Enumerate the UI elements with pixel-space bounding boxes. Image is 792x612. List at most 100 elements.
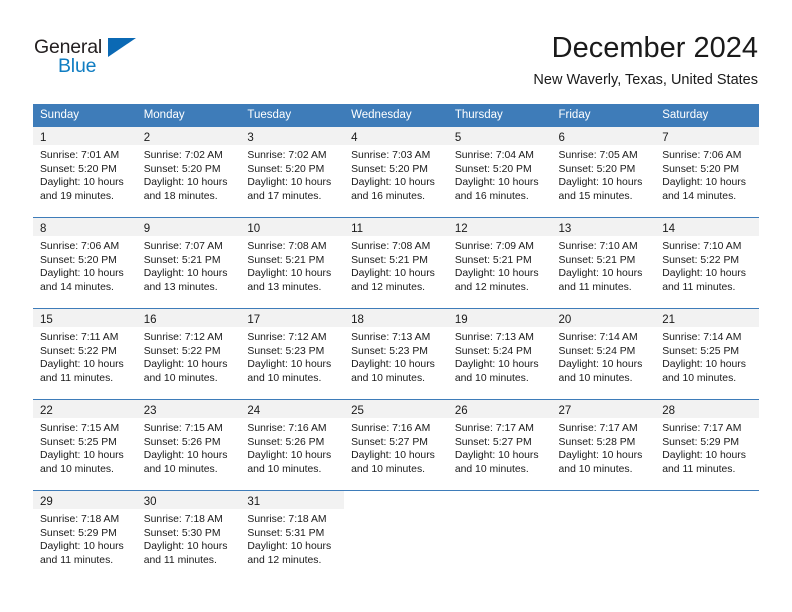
calendar-day-cell[interactable]: 26 Sunrise: 7:17 AM Sunset: 5:27 PM Dayligh… [447, 399, 552, 491]
day-number-band [448, 491, 552, 509]
day-number: 1 [40, 132, 47, 144]
calendar-day-cell[interactable]: 25 Sunrise: 7:16 AM Sunset: 5:27 PM Dayligh… [344, 399, 448, 491]
sunset-text: Sunset: 5:20 PM [40, 163, 117, 175]
day-number-band: 7 [655, 127, 759, 145]
sunrise-text: Sunrise: 7:06 AM [662, 150, 742, 161]
calendar-body: 1 Sunrise: 7:01 AM Sunset: 5:20 PM Daylight… [33, 126, 759, 581]
daylight-text-line2: and 14 minutes. [662, 190, 737, 202]
sunset-text: Sunset: 5:24 PM [454, 345, 532, 357]
calendar-day-cell[interactable]: 8 Sunrise: 7:06 AM Sunset: 5:20 PM Daylight… [33, 217, 137, 309]
calendar-day-cell[interactable]: 12 Sunrise: 7:09 AM Sunset: 5:21 PM Dayligh… [447, 217, 552, 309]
day-cell-body: Sunrise: 7:14 AM Sunset: 5:25 PM Daylight:… [655, 327, 759, 385]
calendar-day-cell[interactable]: 10 Sunrise: 7:08 AM Sunset: 5:21 PM Dayligh… [240, 217, 345, 309]
sunset-text: Sunset: 5:23 PM [351, 345, 428, 357]
calendar-day-cell[interactable]: 31 Sunrise: 7:18 AM Sunset: 5:31 PM Dayligh… [240, 490, 345, 581]
day-number-band: 12 [447, 218, 552, 236]
day-cell-inner: 2 Sunrise: 7:02 AM Sunset: 5:20 PM Daylight… [136, 127, 241, 217]
day-number-band: 21 [655, 309, 759, 327]
sunrise-text: Sunrise: 7:10 AM [662, 241, 742, 252]
day-number: 15 [40, 314, 53, 326]
daylight-text-line2: and 15 minutes. [558, 190, 633, 202]
daylight-text-line1: Daylight: 10 hours [351, 268, 435, 280]
calendar-week-row: 29 Sunrise: 7:18 AM Sunset: 5:29 PM Dayligh… [33, 490, 759, 581]
daylight-text-line2: and 10 minutes. [247, 463, 322, 475]
day-number-band: 3 [240, 127, 345, 145]
sunrise-text: Sunrise: 7:17 AM [454, 423, 534, 434]
day-cell-inner: 21 Sunrise: 7:14 AM Sunset: 5:25 PM Dayligh… [655, 309, 759, 399]
day-number-band: 20 [551, 309, 656, 327]
calendar-day-cell[interactable]: 3 Sunrise: 7:02 AM Sunset: 5:20 PM Daylight… [240, 126, 345, 218]
daylight-text-line1: Daylight: 10 hours [247, 359, 332, 371]
calendar-day-cell[interactable]: 9 Sunrise: 7:07 AM Sunset: 5:21 PM Daylight… [136, 217, 241, 309]
day-number-band: 4 [344, 127, 448, 145]
day-cell-body: Sunrise: 7:12 AM Sunset: 5:22 PM Daylight:… [137, 327, 241, 385]
day-cell-body: Sunrise: 7:17 AM Sunset: 5:27 PM Daylight:… [448, 418, 552, 476]
sunrise-text: Sunrise: 7:13 AM [454, 332, 534, 343]
daylight-text-line2: and 10 minutes. [351, 463, 426, 475]
calendar-day-cell[interactable]: 17 Sunrise: 7:12 AM Sunset: 5:23 PM Dayligh… [240, 308, 345, 400]
calendar-day-cell[interactable]: 14 Sunrise: 7:10 AM Sunset: 5:22 PM Dayligh… [655, 217, 759, 309]
calendar-day-cell[interactable]: 5 Sunrise: 7:04 AM Sunset: 5:20 PM Daylight… [447, 126, 552, 218]
daylight-text-line2: and 10 minutes. [143, 372, 218, 384]
daylight-text-line2: and 11 minutes. [143, 554, 217, 566]
calendar-day-cell[interactable]: 21 Sunrise: 7:14 AM Sunset: 5:25 PM Dayligh… [655, 308, 759, 400]
sunrise-text: Sunrise: 7:07 AM [143, 241, 223, 252]
daylight-text-line2: and 11 minutes. [662, 281, 736, 293]
day-number: 4 [351, 132, 358, 144]
daylight-text-line1: Daylight: 10 hours [454, 177, 539, 189]
calendar-day-cell[interactable]: 16 Sunrise: 7:12 AM Sunset: 5:22 PM Dayligh… [136, 308, 241, 400]
calendar-day-cell[interactable]: 19 Sunrise: 7:13 AM Sunset: 5:24 PM Dayligh… [447, 308, 552, 400]
day-number: 18 [351, 314, 364, 326]
calendar-day-cell[interactable]: 13 Sunrise: 7:10 AM Sunset: 5:21 PM Dayligh… [551, 217, 656, 309]
daylight-text-line2: and 10 minutes. [454, 372, 529, 384]
calendar-day-cell[interactable]: 2 Sunrise: 7:02 AM Sunset: 5:20 PM Daylight… [136, 126, 241, 218]
daylight-text-line2: and 16 minutes. [351, 190, 426, 202]
calendar-day-cell[interactable]: 27 Sunrise: 7:17 AM Sunset: 5:28 PM Dayligh… [551, 399, 656, 491]
day-cell-inner: 29 Sunrise: 7:18 AM Sunset: 5:29 PM Dayligh… [33, 491, 137, 581]
day-cell-body: Sunrise: 7:10 AM Sunset: 5:22 PM Daylight:… [655, 236, 759, 294]
day-number: 8 [40, 223, 47, 235]
day-cell-inner: 13 Sunrise: 7:10 AM Sunset: 5:21 PM Dayligh… [551, 218, 656, 308]
calendar-day-cell[interactable]: 15 Sunrise: 7:11 AM Sunset: 5:22 PM Dayligh… [33, 308, 137, 400]
calendar-day-cell[interactable]: 4 Sunrise: 7:03 AM Sunset: 5:20 PM Daylight… [344, 126, 448, 218]
weekday-header-thursday: Thursday [447, 104, 552, 127]
daylight-text-line1: Daylight: 10 hours [558, 177, 643, 189]
day-cell-body: Sunrise: 7:02 AM Sunset: 5:20 PM Daylight:… [240, 145, 344, 203]
day-cell-body: Sunrise: 7:18 AM Sunset: 5:30 PM Daylight:… [137, 509, 241, 567]
sunset-text: Sunset: 5:24 PM [558, 345, 636, 357]
sunrise-text: Sunrise: 7:11 AM [40, 332, 119, 343]
day-cell-inner: 31 Sunrise: 7:18 AM Sunset: 5:31 PM Dayligh… [240, 491, 345, 581]
calendar-day-cell[interactable]: 29 Sunrise: 7:18 AM Sunset: 5:29 PM Dayligh… [33, 490, 137, 581]
sunset-text: Sunset: 5:21 PM [143, 254, 221, 266]
calendar-day-cell[interactable]: 7 Sunrise: 7:06 AM Sunset: 5:20 PM Daylight… [655, 126, 759, 218]
day-cell-body: Sunrise: 7:11 AM Sunset: 5:22 PM Daylight:… [33, 327, 137, 385]
calendar-day-cell[interactable]: 6 Sunrise: 7:05 AM Sunset: 5:20 PM Daylight… [551, 126, 656, 218]
sunrise-text: Sunrise: 7:14 AM [558, 332, 638, 343]
sunset-text: Sunset: 5:20 PM [247, 163, 325, 175]
calendar-day-cell[interactable]: 1 Sunrise: 7:01 AM Sunset: 5:20 PM Daylight… [33, 126, 137, 218]
day-cell-body: Sunrise: 7:06 AM Sunset: 5:20 PM Daylight:… [655, 145, 759, 203]
calendar-day-cell[interactable]: 30 Sunrise: 7:18 AM Sunset: 5:30 PM Dayligh… [136, 490, 241, 581]
day-cell-body: Sunrise: 7:10 AM Sunset: 5:21 PM Daylight:… [552, 236, 656, 294]
calendar-day-cell[interactable]: 22 Sunrise: 7:15 AM Sunset: 5:25 PM Dayligh… [33, 399, 137, 491]
day-number: 24 [247, 405, 261, 417]
calendar-day-cell[interactable]: 11 Sunrise: 7:08 AM Sunset: 5:21 PM Dayligh… [344, 217, 448, 309]
day-cell-body: Sunrise: 7:04 AM Sunset: 5:20 PM Daylight:… [448, 145, 552, 203]
logo-triangle-icon [108, 38, 136, 57]
calendar-week-row: 8 Sunrise: 7:06 AM Sunset: 5:20 PM Daylight… [33, 217, 759, 309]
day-number: 6 [558, 132, 565, 144]
day-number-band: 5 [447, 127, 552, 145]
calendar-header-row: Sunday Monday Tuesday Wednesday Thursday… [33, 104, 759, 127]
calendar-day-cell[interactable]: 24 Sunrise: 7:16 AM Sunset: 5:26 PM Dayligh… [240, 399, 345, 491]
day-cell-inner [448, 491, 552, 581]
day-cell-inner: 16 Sunrise: 7:12 AM Sunset: 5:22 PM Dayligh… [136, 309, 241, 399]
calendar-day-cell[interactable]: 18 Sunrise: 7:13 AM Sunset: 5:23 PM Dayligh… [344, 308, 448, 400]
calendar-day-cell[interactable]: 20 Sunrise: 7:14 AM Sunset: 5:24 PM Dayligh… [551, 308, 656, 400]
day-cell-inner: 7 Sunrise: 7:06 AM Sunset: 5:20 PM Daylight… [655, 127, 759, 217]
daylight-text-line1: Daylight: 10 hours [247, 268, 332, 280]
daylight-text-line2: and 11 minutes. [40, 372, 114, 384]
calendar-day-cell[interactable]: 23 Sunrise: 7:15 AM Sunset: 5:26 PM Dayligh… [136, 399, 241, 491]
day-number-band: 8 [33, 218, 137, 236]
day-number-band: 15 [33, 309, 137, 327]
calendar-day-cell[interactable]: 28 Sunrise: 7:17 AM Sunset: 5:29 PM Dayligh… [655, 399, 759, 491]
